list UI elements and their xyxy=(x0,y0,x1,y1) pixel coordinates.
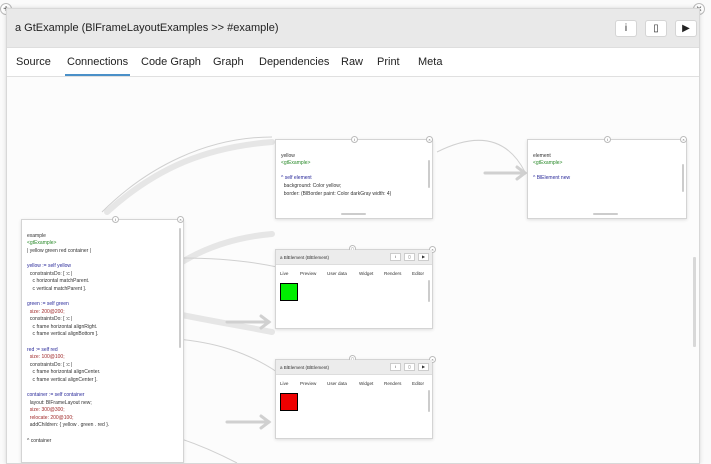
subtab-widget[interactable]: Widget xyxy=(359,271,373,276)
subtab-renders[interactable]: Renders xyxy=(384,271,401,276)
card-example-info-icon[interactable]: i xyxy=(112,216,119,223)
scrollbar[interactable] xyxy=(179,228,181,348)
code-line: c frame vertical alignCenter ]. xyxy=(27,376,98,383)
card-element-info-icon[interactable]: i xyxy=(604,136,611,143)
code-line: size: 100@100; xyxy=(27,354,65,361)
run-button[interactable]: ▶ xyxy=(675,20,697,37)
subtab-widget[interactable]: Widget xyxy=(359,381,373,386)
code-line: <gtExample> xyxy=(533,160,563,167)
code-line: constraintsDo: [ :c | xyxy=(27,361,73,368)
code-line: red := self red xyxy=(27,346,58,353)
code-line: background: Color yellow; xyxy=(281,182,342,189)
scrollbar[interactable] xyxy=(682,164,684,192)
card-element-method[interactable]: i × element <gtExample> ^ BlElement new xyxy=(527,136,687,219)
scrollbar[interactable] xyxy=(428,160,430,188)
card-example-method[interactable]: i × example <gtExample> | yellow green r… xyxy=(21,216,184,463)
scrollbar[interactable] xyxy=(593,213,618,215)
code-line: c frame vertical alignBottom ]. xyxy=(27,331,99,338)
tab-code-graph[interactable]: Code Graph xyxy=(141,56,201,68)
green-element-preview xyxy=(280,283,298,301)
code-line: constraintsDo: [ :c | xyxy=(27,270,73,277)
subtab-preview[interactable]: Preview xyxy=(300,271,316,276)
subtab-renders[interactable]: Renders xyxy=(384,381,401,386)
card-yellow-info-icon[interactable]: i xyxy=(351,136,358,143)
tab-raw[interactable]: Raw xyxy=(341,56,363,68)
card-red-element-view[interactable]: ▯ × a BlElement (BlElement) i ▯ ▶ Live P… xyxy=(275,355,436,439)
code-line: green := self green xyxy=(27,300,69,307)
subtab-user-data[interactable]: User data xyxy=(327,271,347,276)
tab-connections[interactable]: Connections xyxy=(64,56,131,76)
info-button[interactable]: i xyxy=(615,20,637,37)
tab-graph[interactable]: Graph xyxy=(213,56,244,68)
scrollbar[interactable] xyxy=(428,280,430,302)
code-line: ^ self element xyxy=(281,175,312,182)
canvas-vertical-scrollbar[interactable] xyxy=(693,257,696,347)
card-green-title: a BlElement (BlElement) xyxy=(280,255,330,260)
scrollbar[interactable] xyxy=(341,213,366,215)
code-line: yellow xyxy=(281,152,295,159)
code-line: ^ container xyxy=(27,437,52,444)
code-line: c frame horizontal alignCenter. xyxy=(27,369,101,376)
code-line: c vertical matchParent ]. xyxy=(27,285,87,292)
code-line: constraintsDo: [ :c | xyxy=(27,316,73,323)
card-green-header: a BlElement (BlElement) i ▯ ▶ xyxy=(276,250,432,265)
subtab-user-data[interactable]: User data xyxy=(327,381,347,386)
browse-button[interactable]: ▯ xyxy=(404,253,415,261)
browse-button[interactable]: ▯ xyxy=(645,20,667,37)
tab-dependencies[interactable]: Dependencies xyxy=(259,56,329,68)
link-element xyxy=(436,139,526,173)
card-yellow-code[interactable]: yellow <gtExample> ^ self element backgr… xyxy=(281,145,391,198)
inspector-window: a GtExample (BlFrameLayoutExamples >> #e… xyxy=(6,8,700,464)
code-line: c frame horizontal alignRight. xyxy=(27,323,98,330)
code-line: example xyxy=(27,232,46,239)
subtab-editor[interactable]: Editor xyxy=(412,271,424,276)
link-yellow xyxy=(101,136,273,213)
card-yellow-close-icon[interactable]: × xyxy=(426,136,433,143)
card-green-element-view[interactable]: ▯ × a BlElement (BlElement) i ▯ ▶ Live P… xyxy=(275,245,436,329)
card-red-title: a BlElement (BlElement) xyxy=(280,365,330,370)
tab-bar: Source Connections Code Graph Graph Depe… xyxy=(7,48,699,77)
card-element-code[interactable]: element <gtExample> ^ BlElement new xyxy=(533,145,570,183)
window-title: a GtExample (BlFrameLayoutExamples >> #e… xyxy=(15,22,279,34)
inspect-button[interactable]: i xyxy=(390,253,401,261)
connections-canvas[interactable]: i × example <gtExample> | yellow green r… xyxy=(7,77,699,463)
code-line: | yellow green red container | xyxy=(27,247,92,254)
code-line: border: (BlBorder paint: Color darkGray … xyxy=(281,190,392,197)
tab-meta[interactable]: Meta xyxy=(418,56,442,68)
code-line: ^ BlElement new xyxy=(533,175,571,182)
code-line: <gtExample> xyxy=(27,240,57,247)
red-element-preview xyxy=(280,393,298,411)
browse-button[interactable]: ▯ xyxy=(404,363,415,371)
code-line: c horizontal matchParent. xyxy=(27,278,90,285)
play-button[interactable]: ▶ xyxy=(418,363,429,371)
code-line: <gtExample> xyxy=(281,160,311,167)
subtab-live[interactable]: Live xyxy=(280,381,288,386)
code-line: relocate: 200@100; xyxy=(27,414,74,421)
code-line: size: 300@300; xyxy=(27,407,65,414)
card-yellow-method[interactable]: i × yellow <gtExample> ^ self element ba… xyxy=(275,136,433,219)
inspect-button[interactable]: i xyxy=(390,363,401,371)
subtab-live[interactable]: Live xyxy=(280,271,288,276)
tab-source[interactable]: Source xyxy=(16,56,51,68)
scrollbar[interactable] xyxy=(428,390,430,412)
card-example-code[interactable]: example <gtExample> | yellow green red c… xyxy=(27,225,109,445)
card-red-header: a BlElement (BlElement) i ▯ ▶ xyxy=(276,360,432,375)
play-button[interactable]: ▶ xyxy=(418,253,429,261)
card-example-close-icon[interactable]: × xyxy=(177,216,184,223)
subtab-editor[interactable]: Editor xyxy=(412,381,424,386)
code-line: layout: BlFrameLayout new; xyxy=(27,399,92,406)
card-element-close-icon[interactable]: × xyxy=(680,136,687,143)
title-bar: a GtExample (BlFrameLayoutExamples >> #e… xyxy=(7,9,699,48)
subtab-preview[interactable]: Preview xyxy=(300,381,316,386)
tab-print[interactable]: Print xyxy=(377,56,400,68)
code-line: container := self container xyxy=(27,392,85,399)
code-line: element xyxy=(533,152,551,159)
code-line: yellow := self yellow xyxy=(27,262,72,269)
code-line: size: 200@200; xyxy=(27,308,65,315)
code-line: addChildren: { yellow . green . red }. xyxy=(27,422,110,429)
